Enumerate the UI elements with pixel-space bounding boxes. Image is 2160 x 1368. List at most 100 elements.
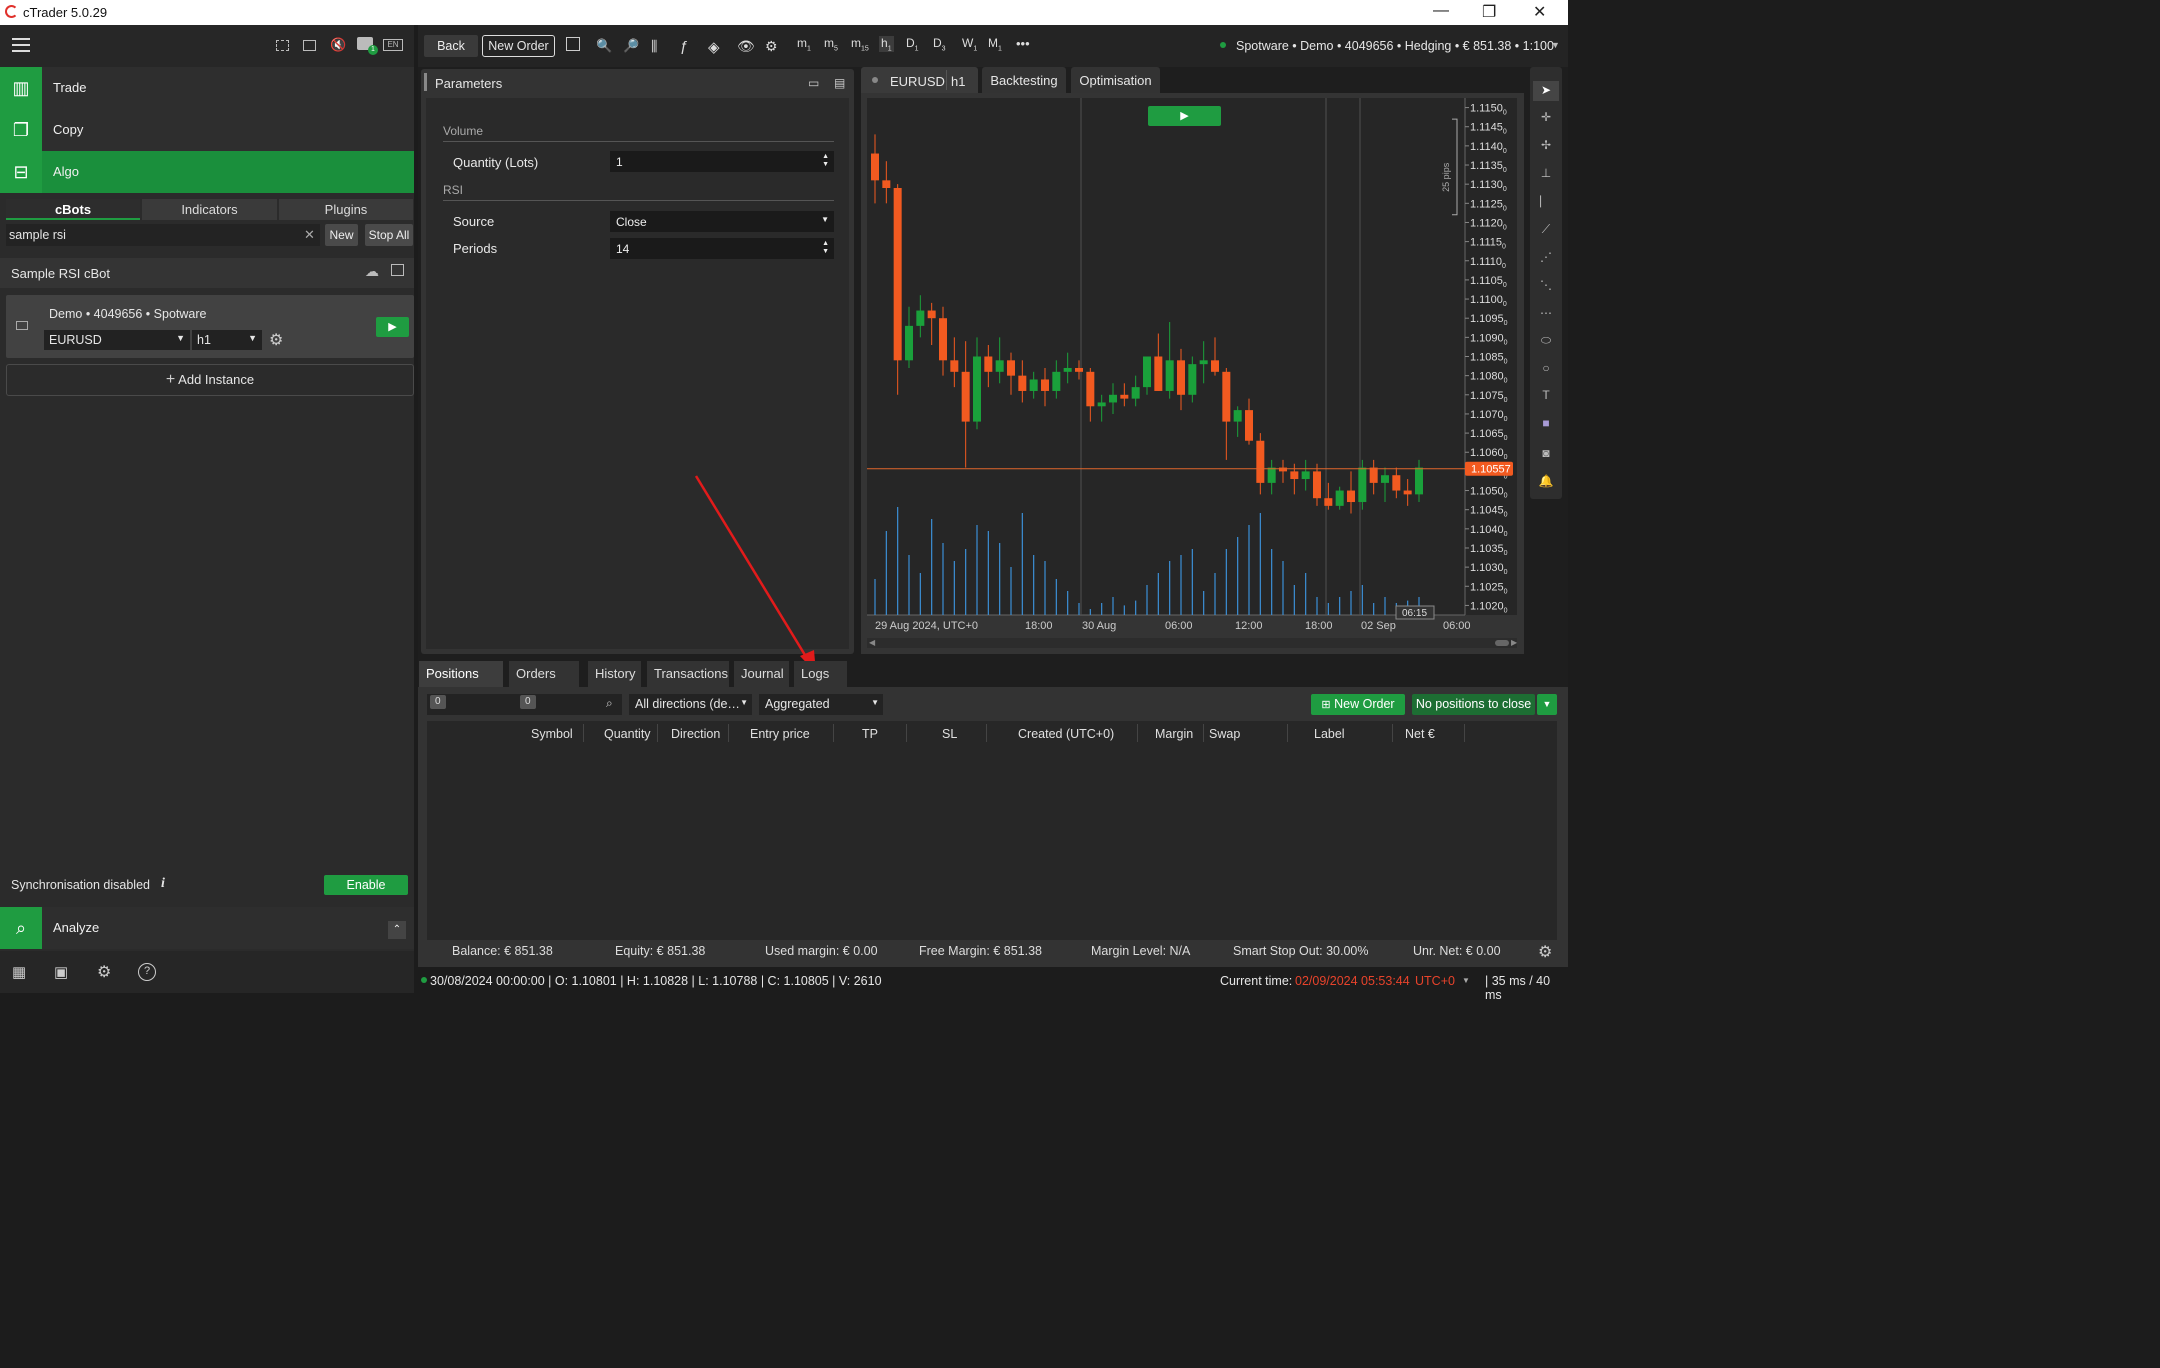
account-info[interactable]: Spotware • Demo • 4049656 • Hedging • € … [1236, 39, 1554, 53]
open-folder-icon[interactable]: ▭ [808, 76, 819, 90]
snap-icon[interactable]: ✢ [1538, 138, 1554, 154]
account-dropdown-icon[interactable]: ▼ [1551, 40, 1560, 50]
nav-item-copy[interactable]: ❐ Copy [0, 109, 414, 151]
tab-backtesting[interactable]: Backtesting [982, 67, 1066, 94]
nav-item-analyze[interactable]: ⌕ Analyze ⌃ [0, 907, 414, 949]
clear-search-icon[interactable]: ✕ [304, 227, 315, 243]
start-instance-button[interactable]: ▶ [376, 317, 409, 337]
fullscreen-icon[interactable] [276, 40, 289, 51]
windows-icon[interactable] [303, 40, 316, 51]
tab-optimisation[interactable]: Optimisation [1071, 67, 1160, 94]
tab-positions[interactable]: Positions 0 [419, 661, 503, 709]
price-chart[interactable]: 1.11500 1.11450 1.11400 1.11350 1.11300 1.112… [867, 98, 1517, 636]
settings-icon[interactable]: ⚙ [97, 962, 111, 982]
language-icon[interactable]: EN [383, 39, 403, 51]
close-positions-button[interactable]: No positions to close [1412, 694, 1535, 715]
backtest-play-button[interactable]: ▶ [1148, 106, 1221, 126]
layers-icon[interactable]: ◈ [708, 38, 720, 56]
ruler-icon[interactable]: ⊥ [1538, 166, 1554, 182]
broker-icon[interactable]: ▦ [12, 963, 26, 981]
tab-indicators[interactable]: Indicators [142, 199, 277, 220]
hamburger-menu-icon[interactable] [12, 38, 30, 52]
chart-settings-icon[interactable]: ⚙ [765, 38, 778, 55]
column-header[interactable]: SL [942, 727, 957, 741]
tab-plugins[interactable]: Plugins [279, 199, 413, 220]
column-header[interactable]: Quantity [604, 727, 651, 741]
timeframe-button[interactable]: m15 [851, 36, 869, 52]
layout-icon[interactable] [566, 37, 580, 51]
add-instance-button[interactable]: + Add Instance [6, 364, 414, 396]
status-settings-icon[interactable]: ⚙ [1538, 942, 1552, 962]
tab-chart-eurusd[interactable]: EURUSD h1 [861, 67, 978, 94]
column-header[interactable]: Symbol [531, 727, 573, 741]
save-icon[interactable]: ▤ [834, 76, 845, 90]
column-header[interactable]: TP [862, 727, 878, 741]
nav-item-trade[interactable]: ▥ Trade [0, 67, 414, 109]
chart-type-icon[interactable]: ⫼ [651, 38, 657, 55]
column-header[interactable]: Margin [1155, 727, 1193, 741]
back-button[interactable]: Back [424, 35, 478, 57]
positions-new-order-button[interactable]: ⊞ New Order [1311, 694, 1405, 715]
source-select[interactable]: Close ▼ [610, 211, 834, 232]
aggregation-select[interactable]: Aggregated ▼ [759, 694, 883, 715]
color-icon[interactable]: ■ [1538, 416, 1554, 432]
cbot-instance[interactable]: Demo • 4049656 • Spotware EURUSD ▼ h1 ▼ ⚙ … [6, 295, 414, 358]
info-icon[interactable]: i [161, 876, 165, 892]
help-icon[interactable]: ? [138, 963, 156, 981]
settings-gear-icon[interactable]: ⚙ [269, 330, 283, 350]
timezone-select[interactable]: UTC+0 [1415, 974, 1455, 988]
column-header[interactable]: Swap [1209, 727, 1240, 741]
tab-cbots[interactable]: cBots [6, 199, 140, 220]
timeframe-button[interactable]: m5 [824, 36, 838, 52]
column-header[interactable]: Net € [1405, 727, 1435, 741]
column-header[interactable]: Label [1314, 727, 1345, 741]
tab-transactions[interactable]: Transactions [647, 661, 729, 687]
timeframe-select[interactable]: h1 ▼ [192, 330, 262, 350]
timeframe-button[interactable]: D3 [933, 36, 946, 52]
trend-line-icon[interactable]: ⟋ [1538, 222, 1554, 238]
wallet-icon[interactable]: ▣ [54, 963, 68, 981]
horizontal-line-icon[interactable]: ⎸ [1538, 194, 1554, 210]
search-input[interactable]: sample rsi ✕ [6, 224, 320, 246]
timeframe-button[interactable]: h1 [879, 36, 894, 53]
text-icon[interactable]: T [1538, 388, 1554, 404]
timeframe-button[interactable]: W1 [962, 36, 977, 52]
new-cbot-button[interactable]: New [325, 224, 358, 246]
column-header[interactable]: Created (UTC+0) [1018, 727, 1114, 741]
cloud-icon[interactable]: ☁ [365, 263, 379, 280]
share-icon[interactable] [391, 264, 404, 276]
ellipse-icon[interactable]: ⬭ [1538, 333, 1554, 349]
tab-orders[interactable]: Orders 0 [509, 661, 579, 709]
alert-bell-icon[interactable]: 🔔 [1538, 474, 1554, 490]
timeframe-button[interactable]: M1 [988, 36, 1002, 52]
crosshair-icon[interactable]: ✛ [1538, 110, 1554, 126]
new-order-button[interactable]: New Order [482, 35, 555, 57]
tab-history[interactable]: History [588, 661, 641, 687]
circle-icon[interactable]: ○ [1538, 361, 1554, 377]
zoom-in-icon[interactable]: 🔎 [623, 38, 639, 54]
symbol-select[interactable]: EURUSD ▼ [44, 330, 190, 350]
collapse-icon[interactable]: ⌃ [388, 921, 406, 939]
fibonacci-icon[interactable]: ⋰ [1538, 250, 1554, 266]
tab-logs[interactable]: Logs [794, 661, 847, 687]
enable-sync-button[interactable]: Enable [324, 875, 408, 895]
camera-icon[interactable]: ◙ [1538, 446, 1554, 462]
periods-stepper[interactable]: 14 ▲ ▼ [610, 238, 834, 259]
pitchfork-icon[interactable]: ⋱ [1538, 278, 1554, 294]
zoom-out-icon[interactable]: 🔍 [596, 38, 612, 54]
indicator-icon[interactable]: ƒ [680, 38, 688, 55]
mute-icon[interactable]: 🔇 [330, 37, 346, 53]
more-icon[interactable]: ••• [1016, 36, 1030, 51]
timeframe-button[interactable]: D1 [906, 36, 919, 52]
close-button[interactable]: ✕ [1533, 2, 1546, 22]
maximize-button[interactable]: ❐ [1482, 2, 1496, 22]
timezone-dropdown-icon[interactable]: ▼ [1462, 976, 1470, 985]
cursor-icon[interactable]: ➤ [1538, 83, 1554, 99]
column-header[interactable]: Direction [671, 727, 720, 741]
close-positions-dropdown-icon[interactable]: ▼ [1537, 694, 1557, 715]
directions-select[interactable]: All directions (de… ▼ [629, 694, 752, 715]
tab-journal[interactable]: Journal [734, 661, 789, 687]
channel-icon[interactable]: ⋯ [1538, 306, 1554, 322]
column-header[interactable]: Entry price [750, 727, 810, 741]
quantity-stepper[interactable]: 1 ▲ ▼ [610, 151, 834, 172]
